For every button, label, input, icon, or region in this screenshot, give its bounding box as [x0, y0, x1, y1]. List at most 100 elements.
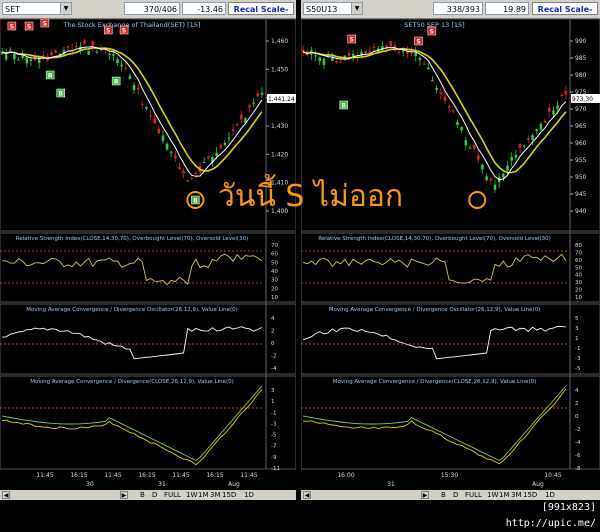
macd-osc-tick-label: 1 — [575, 336, 579, 342]
timeframe-button[interactable]: B — [140, 490, 145, 500]
candle-body — [502, 173, 505, 178]
candle-body — [161, 135, 165, 142]
time-tick-label: 11:45 — [172, 472, 189, 479]
timeframe-button[interactable]: B — [441, 490, 446, 500]
signal-label: S — [10, 24, 14, 31]
candle-body — [418, 58, 422, 61]
macd-title: Moving Average Convergence / Divergence(… — [30, 379, 234, 385]
rsi-tick-label: 20 — [575, 288, 582, 294]
macd-tick-label: -8 — [575, 466, 581, 472]
candle-body — [439, 92, 443, 94]
timeframe-button[interactable]: 3M — [511, 490, 522, 500]
date-tick-label: 31 — [387, 481, 395, 488]
timeframe-button[interactable]: FULL — [164, 490, 181, 500]
candle-body — [95, 51, 99, 53]
y-tick-label: 1,420 — [271, 151, 288, 158]
candle-body — [485, 176, 488, 181]
signal-label: B — [48, 73, 53, 80]
candle-body — [136, 87, 140, 90]
candle-body — [347, 52, 351, 57]
candle-body — [42, 55, 45, 57]
chart-canvas[interactable]: The Stock Exchange of Thailand(SET) [15]… — [0, 19, 296, 489]
timeframe-button[interactable]: 1W — [186, 490, 197, 500]
buy-signal-marker: B — [56, 88, 65, 98]
timeframe-button[interactable]: 1M — [198, 490, 209, 500]
timeframe-button[interactable]: 15D — [523, 490, 537, 500]
candle-body — [223, 142, 227, 146]
macd-osc-title: Moving Average Convergence / Divergence … — [329, 307, 541, 313]
date-tick-label: Aug — [228, 481, 240, 488]
chevron-down-icon[interactable]: ▼ — [60, 3, 71, 14]
macd-tick-label: -6 — [575, 453, 581, 459]
candle-body — [149, 115, 152, 117]
candle-body — [364, 51, 367, 53]
date-tick-label: 31 — [158, 481, 166, 488]
candle-body — [4, 54, 8, 60]
candle-body — [481, 164, 484, 170]
y-tick-label: 1,430 — [271, 123, 288, 130]
macd-osc-tick-label: -1 — [575, 346, 580, 352]
signal-label: B — [341, 103, 346, 110]
bar-count: 370/406 — [124, 2, 180, 15]
timeframe-button[interactable]: 1W — [487, 490, 498, 500]
y-tick-label: 970 — [575, 106, 587, 113]
rsi-tick-label: 20 — [271, 286, 278, 292]
timeframe-button[interactable]: D — [453, 490, 458, 500]
candle-body — [116, 59, 119, 64]
scroll-right-icon[interactable]: ▶ — [421, 491, 429, 499]
watermark: [991x823] http://upic.me/ — [504, 500, 600, 529]
chart-canvas[interactable]: SET50 SEP 13 [15]S SSB9909859809759709659… — [301, 19, 600, 489]
rsi-tick-label: 10 — [271, 295, 278, 301]
recal-scale-button[interactable]: Recal Scale-Linear — [228, 2, 294, 27]
signal-label: S — [350, 37, 354, 44]
candle-body — [83, 40, 86, 44]
candle-body — [235, 123, 239, 126]
candle-body — [207, 156, 210, 159]
macd-tick-label: 2 — [575, 401, 579, 407]
candle-body — [314, 55, 317, 57]
time-tick-label: 11:45 — [104, 472, 121, 479]
symbol-select[interactable]: SET ▼ — [2, 2, 72, 15]
toolbar: S50U13 ▼ 338/393 19.89 Recal Scale-Linea… — [301, 0, 600, 27]
timeframe-button[interactable]: 1D — [244, 490, 254, 500]
candle-body — [389, 41, 392, 46]
candle-body — [322, 59, 326, 65]
candle-body — [431, 80, 434, 82]
macd-tick-label: 1 — [271, 399, 275, 405]
candle-body — [219, 145, 222, 149]
candle-body — [153, 118, 156, 124]
symbol-select[interactable]: S50U13 ▼ — [303, 2, 363, 15]
y-tick-label: 1,450 — [271, 66, 288, 73]
signal-label: B — [114, 79, 119, 86]
sell-signal-marker: S — [414, 36, 423, 46]
candle-body — [145, 106, 148, 109]
scroll-right-icon[interactable]: ▶ — [120, 491, 128, 499]
timeframe-button[interactable]: 1D — [545, 490, 555, 500]
candle-body — [547, 107, 551, 112]
timeframe-button[interactable]: 1M — [499, 490, 510, 500]
buy-signal-marker: B — [339, 100, 348, 110]
scroll-left-icon[interactable]: ◀ — [2, 491, 10, 499]
timeframe-button[interactable]: D — [152, 490, 157, 500]
scroll-left-icon[interactable]: ◀ — [303, 491, 311, 499]
candle-body — [460, 126, 463, 131]
sell-signal-marker: S — [24, 21, 34, 31]
chevron-down-icon[interactable]: ▼ — [351, 3, 362, 14]
y-tick-label: 990 — [575, 38, 587, 45]
candle-body — [231, 129, 235, 132]
candle-body — [194, 172, 198, 174]
recal-scale-button[interactable]: Recal Scale-Linear — [532, 2, 598, 27]
macd-osc-tick-label: 0 — [271, 341, 275, 347]
sell-signal-marker: S — [40, 19, 50, 28]
timeframe-button[interactable]: 3M — [210, 490, 221, 500]
timeframe-button[interactable]: 15D — [222, 490, 236, 500]
rsi-tick-label: 60 — [271, 252, 278, 258]
timeframe-button[interactable]: FULL — [465, 490, 482, 500]
macd-osc-tick-label: -5 — [575, 366, 581, 372]
candle-body — [182, 170, 185, 174]
sell-signal-marker: S — [427, 26, 437, 36]
rsi-tick-label: 30 — [575, 280, 582, 286]
candle-body — [435, 87, 438, 90]
candle-body — [87, 50, 90, 55]
candle-body — [518, 144, 522, 148]
